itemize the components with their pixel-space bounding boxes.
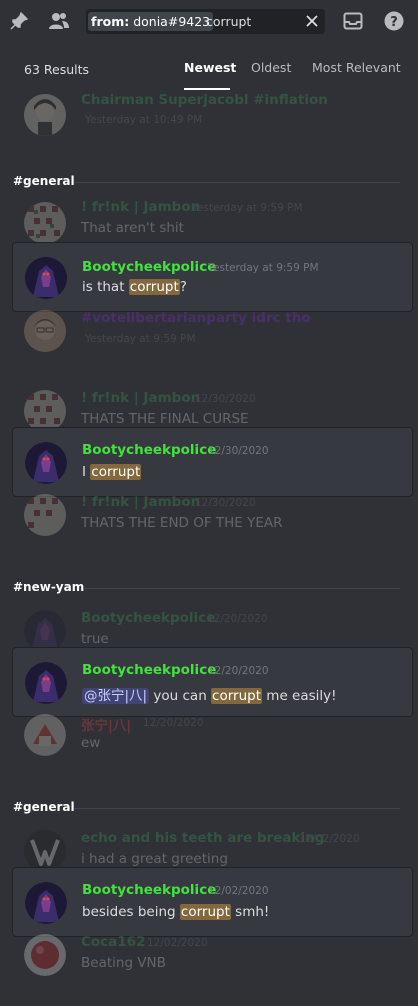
context-message[interactable]: Chairman Superjacobl #inflation Yesterda… [12,92,413,140]
message-text: @张宁|八| you can corrupt me easily! [82,684,337,704]
timestamp: 12/20/2020 [143,717,204,729]
search-result-message[interactable]: Bootycheekpolice Yesterday at 9:59 PM is… [12,242,413,312]
avatar [24,310,66,352]
timestamp: 12/02/2020 [147,937,208,949]
timestamp: Yesterday at 10:49 PM [85,114,203,126]
avatar [24,714,66,756]
avatar [24,390,66,432]
author-name[interactable]: ! fr!nk | Jambon [81,199,200,215]
message-text: ew [81,735,101,751]
text-segment: is that [82,279,129,295]
message-text: besides being corrupt smh! [82,904,269,920]
help-icon[interactable]: ? [383,10,405,32]
message-text: is that corrupt? [82,279,187,295]
text-segment: me easily! [262,688,337,704]
author-name[interactable]: Bootycheekpolice [82,662,216,678]
text-segment: you can [149,688,212,704]
author-name[interactable]: ! fr!nk | Jambon [81,390,200,406]
search-result-message[interactable]: Bootycheekpolice 12/30/2020 I corrupt [12,427,413,497]
avatar [24,610,66,652]
message-text: I corrupt [82,464,142,480]
author-name[interactable]: echo and his teeth are breaking [81,830,324,846]
search-results-list[interactable]: Chairman Superjacobl #inflation Yesterda… [0,92,418,1006]
search-toolbar: from: donia#9423 corrupt ? [0,0,418,42]
context-message[interactable]: echo and his teeth are breaking 12/02/20… [12,830,413,872]
timestamp: Yesterday at 9:59 PM [192,202,303,214]
context-message[interactable]: Bootycheekpolice 12/20/2020 true [12,610,413,652]
context-message[interactable]: 张宁|八| 12/20/2020 ew [12,714,413,756]
author-name[interactable]: Bootycheekpolice [81,610,215,626]
context-message[interactable]: ! fr!nk | Jambon 12/30/2020 THATS THE EN… [12,494,413,536]
results-count: 63 Results [24,62,90,77]
text-segment: besides being [82,904,180,920]
author-name[interactable]: Coca162 [81,934,145,950]
context-message[interactable]: #votelibertarianparty idrc tho Yesterday… [12,310,413,352]
text-segment: smh! [230,904,270,920]
sort-newest-tab[interactable]: Newest [184,60,236,75]
author-name[interactable]: #votelibertarianparty idrc tho [81,310,311,326]
message-text: i had a great greeting [81,851,228,867]
search-result-message[interactable]: Bootycheekpolice 12/02/2020 besides bein… [12,867,413,937]
message-text: THATS THE FINAL CURSE [81,411,249,427]
channel-label[interactable]: #general [13,174,75,188]
clear-search-icon[interactable] [305,14,319,28]
author-name[interactable]: Bootycheekpolice [82,259,216,275]
sort-most-relevant-tab[interactable]: Most Relevant [312,60,401,75]
members-icon[interactable] [48,10,70,32]
timestamp: 12/20/2020 [208,665,269,677]
channel-label[interactable]: #general [13,800,75,814]
timestamp: Yesterday at 9:59 PM [208,262,319,274]
timestamp: 12/02/2020 [208,885,269,897]
search-filter-tag[interactable]: from: donia#9423 [88,12,214,31]
timestamp: Yesterday at 9:59 PM [85,333,196,345]
author-name[interactable]: Chairman Superjacobl #inflation [81,92,328,108]
avatar [25,442,67,484]
search-query: corrupt [206,14,252,29]
divider [74,808,400,809]
message-text: Beating VNB [81,955,166,971]
search-highlight: corrupt [90,464,142,480]
filter-value: donia#9423 [133,14,211,29]
pin-icon[interactable] [8,10,30,32]
context-message[interactable]: ! fr!nk | Jambon Yesterday at 9:59 PM Th… [12,199,413,244]
results-header: 63 Results Newest Oldest Most Relevant [0,42,418,92]
text-segment: ? [179,279,187,295]
timestamp: 12/02/2020 [299,833,360,845]
avatar [25,882,67,924]
user-mention[interactable]: @张宁|八| [82,688,150,704]
inbox-icon[interactable] [342,10,364,32]
divider [84,588,400,589]
message-text: THATS THE END OF THE YEAR [81,515,283,531]
author-name[interactable]: Bootycheekpolice [82,882,216,898]
search-result-message[interactable]: Bootycheekpolice 12/20/2020 @张宁|八| you c… [12,647,413,717]
svg-text:?: ? [390,15,398,30]
search-input[interactable]: from: donia#9423 corrupt [86,9,325,34]
author-name[interactable]: ! fr!nk | Jambon [81,494,200,510]
author-name[interactable]: 张宁|八| [81,714,131,734]
channel-label[interactable]: #new-yam [13,580,84,594]
divider [74,182,400,183]
author-name[interactable]: Bootycheekpolice [82,442,216,458]
context-message[interactable]: ! fr!nk | Jambon 12/30/2020 THATS THE FI… [12,390,413,432]
context-message[interactable]: Coca162 12/02/2020 Beating VNB [12,934,413,976]
message-text: That aren't shit [81,220,184,236]
search-highlight: corrupt [128,279,180,295]
timestamp: 12/30/2020 [195,497,256,509]
sort-oldest-tab[interactable]: Oldest [251,60,291,75]
avatar [25,662,67,704]
timestamp: 12/20/2020 [207,613,268,625]
search-highlight: corrupt [211,688,263,704]
avatar [24,934,66,976]
avatar [24,494,66,536]
timestamp: 12/30/2020 [208,445,269,457]
search-highlight: corrupt [179,904,231,920]
avatar [24,202,66,244]
filter-label: from: [91,14,130,29]
avatar [24,830,66,872]
avatar [24,94,66,136]
message-text: true [81,631,109,647]
timestamp: 12/30/2020 [195,393,256,405]
avatar [25,257,67,299]
active-tab-indicator [184,88,230,90]
